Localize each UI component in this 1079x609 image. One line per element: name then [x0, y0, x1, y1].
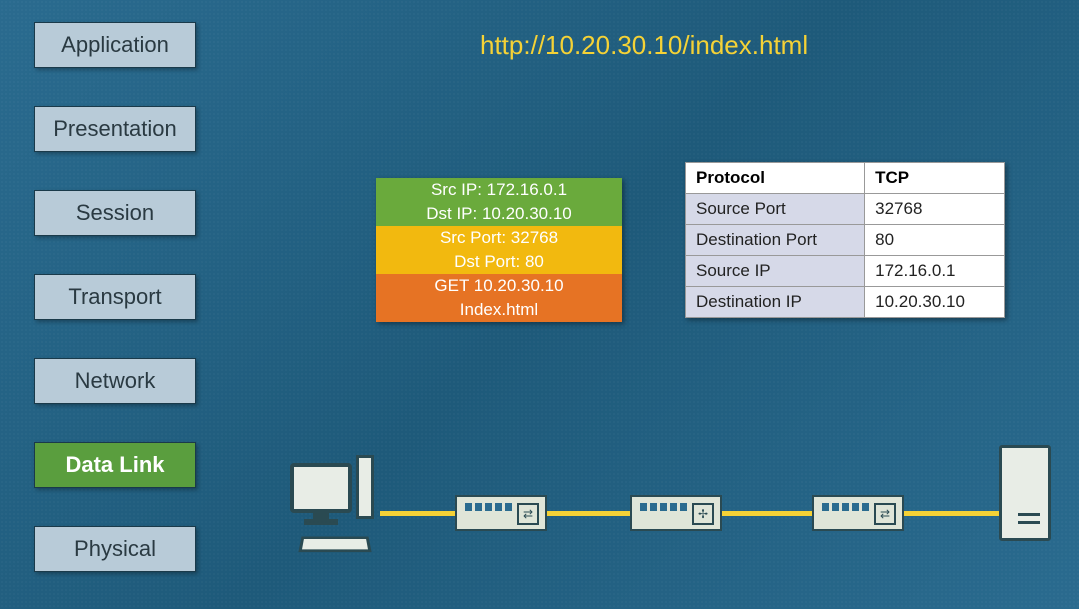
- packet-box: Src IP: 172.16.0.1 Dst IP: 10.20.30.10 S…: [376, 178, 622, 322]
- layer-data-link: Data Link: [34, 442, 196, 488]
- switch-icon: ⇄: [455, 495, 547, 531]
- packet-transport-dst: Dst Port: 80: [376, 250, 622, 274]
- table-row: Destination IP: [686, 287, 865, 318]
- table-row: 172.16.0.1: [865, 256, 1005, 287]
- layer-physical: Physical: [34, 526, 196, 572]
- table-row: 10.20.30.10: [865, 287, 1005, 318]
- layer-session: Session: [34, 190, 196, 236]
- layer-presentation: Presentation: [34, 106, 196, 152]
- packet-app-line2: Index.html: [376, 298, 622, 322]
- request-url: http://10.20.30.10/index.html: [480, 30, 808, 61]
- packet-network-src: Src IP: 172.16.0.1: [376, 178, 622, 202]
- info-table: Protocol TCP Source Port 32768 Destinati…: [685, 162, 1005, 318]
- table-row: 80: [865, 225, 1005, 256]
- osi-layers: Application Presentation Session Transpo…: [34, 22, 196, 572]
- packet-transport-src: Src Port: 32768: [376, 226, 622, 250]
- table-header-value: TCP: [865, 163, 1005, 194]
- table-row: Destination Port: [686, 225, 865, 256]
- network-diagram: ⇄ ✢ ⇄: [300, 463, 1051, 573]
- table-row: Source IP: [686, 256, 865, 287]
- layer-transport: Transport: [34, 274, 196, 320]
- table-header-key: Protocol: [686, 163, 865, 194]
- layer-network: Network: [34, 358, 196, 404]
- table-row: Source Port: [686, 194, 865, 225]
- packet-network-dst: Dst IP: 10.20.30.10: [376, 202, 622, 226]
- switch-router-icon: ✢: [630, 495, 722, 531]
- switch-icon: ⇄: [812, 495, 904, 531]
- workstation-icon: [290, 463, 352, 513]
- packet-app-line1: GET 10.20.30.10: [376, 274, 622, 298]
- layer-application: Application: [34, 22, 196, 68]
- table-row: 32768: [865, 194, 1005, 225]
- server-icon: [999, 445, 1051, 541]
